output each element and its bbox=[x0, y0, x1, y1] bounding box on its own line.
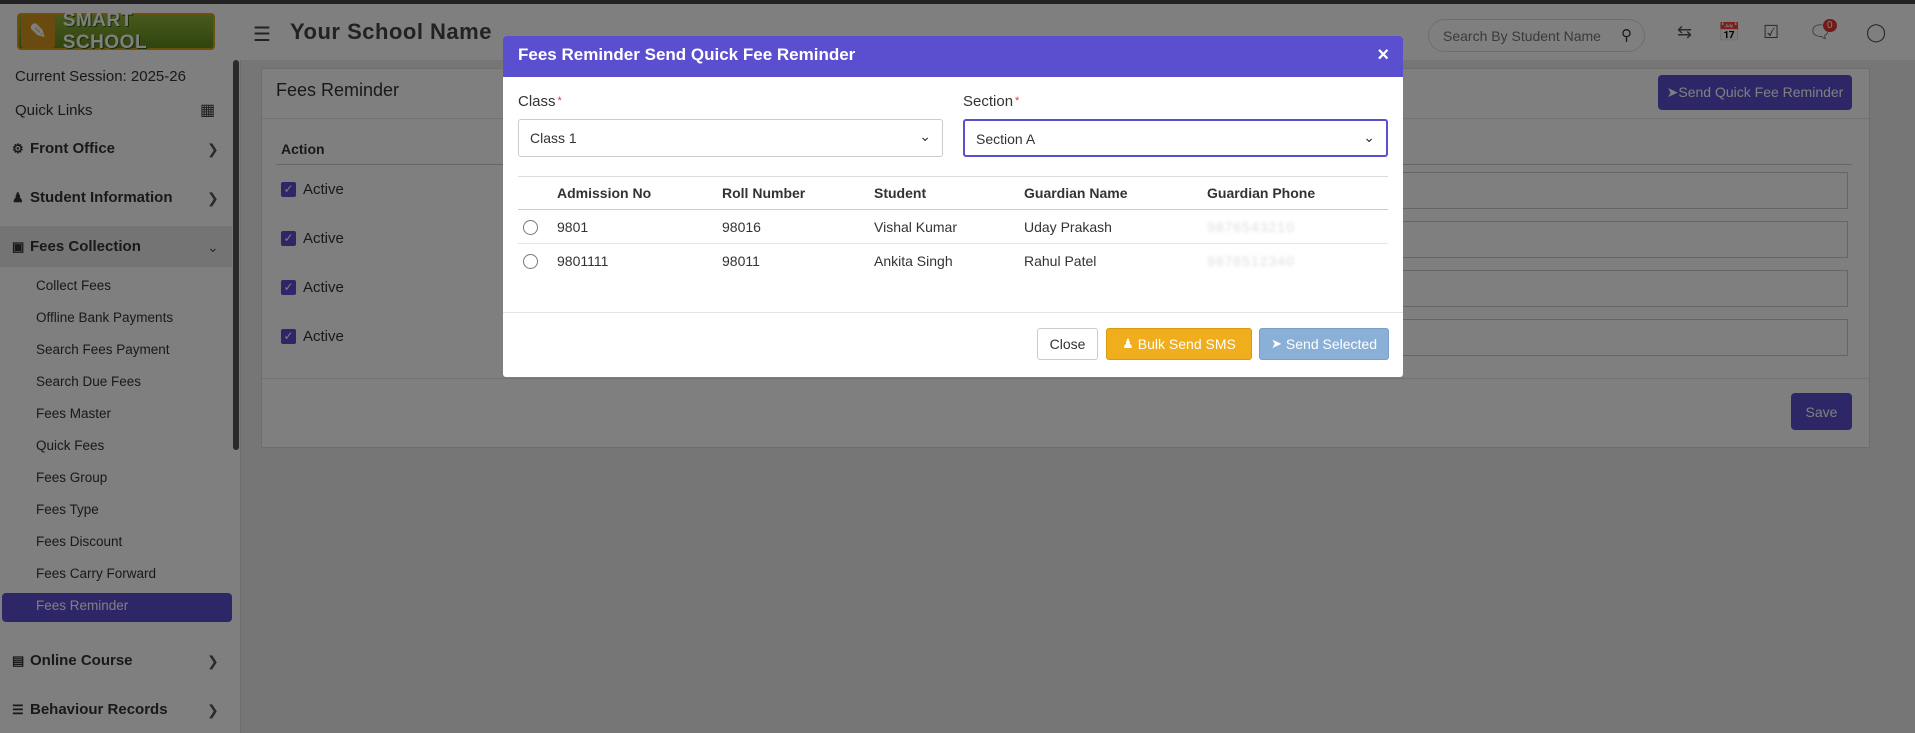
class-select-value: Class 1 bbox=[530, 130, 577, 146]
column-header: Admission No bbox=[557, 176, 722, 210]
class-select[interactable]: Class 1 ⌄ bbox=[518, 119, 943, 157]
column-header: Guardian Phone bbox=[1207, 176, 1388, 210]
column-header: Roll Number bbox=[722, 176, 874, 210]
chevron-down-icon: ⌄ bbox=[919, 128, 931, 144]
students-table: Admission No Roll Number Student Guardia… bbox=[518, 176, 1388, 278]
modal-title: Fees Reminder Send Quick Fee Reminder bbox=[518, 45, 856, 64]
row-radio[interactable] bbox=[523, 219, 538, 235]
student-cell: Ankita Singh bbox=[874, 252, 953, 269]
section-label: Section * bbox=[963, 93, 1020, 110]
chevron-down-icon: ⌄ bbox=[1363, 129, 1375, 145]
guardian-name-cell: Rahul Patel bbox=[1024, 252, 1097, 269]
column-header: Student bbox=[874, 176, 1024, 210]
row-radio[interactable] bbox=[523, 254, 538, 270]
modal-header: Fees Reminder Send Quick Fee Reminder × bbox=[503, 36, 1403, 77]
send-selected-button[interactable]: ➤ Send Selected bbox=[1259, 328, 1389, 360]
column-header: Guardian Name bbox=[1024, 176, 1207, 210]
select-column-header bbox=[518, 176, 557, 210]
section-select[interactable]: Section A ⌄ bbox=[963, 119, 1388, 157]
table-header-row: Admission No Roll Number Student Guardia… bbox=[518, 176, 1388, 210]
users-icon: ♟ bbox=[1122, 336, 1134, 351]
bulk-send-sms-button[interactable]: ♟ Bulk Send SMS bbox=[1106, 328, 1252, 360]
quick-fee-reminder-modal: Fees Reminder Send Quick Fee Reminder × … bbox=[503, 36, 1403, 377]
guardian-phone-cell: 9876512340 bbox=[1207, 252, 1295, 269]
guardian-phone-cell: 9876543210 bbox=[1207, 218, 1295, 235]
section-select-value: Section A bbox=[976, 131, 1036, 147]
roll-number-cell: 98011 bbox=[722, 252, 760, 269]
close-button[interactable]: Close bbox=[1037, 328, 1098, 360]
table-row[interactable]: 9801 98016 Vishal Kumar Uday Prakash 987… bbox=[518, 209, 1388, 244]
roll-number-cell: 98016 bbox=[722, 209, 874, 244]
student-cell: Vishal Kumar bbox=[874, 209, 1024, 244]
admission-no-cell: 9801111 bbox=[557, 252, 609, 269]
close-icon[interactable]: × bbox=[1377, 44, 1389, 67]
guardian-name-cell: Uday Prakash bbox=[1024, 209, 1207, 244]
table-row[interactable]: 9801111 98011 Ankita Singh Rahul Patel 9… bbox=[518, 244, 1388, 278]
send-icon: ➤ bbox=[1271, 336, 1282, 351]
admission-no-cell: 9801 bbox=[557, 209, 722, 244]
class-label: Class * bbox=[518, 93, 562, 110]
modal-footer-divider bbox=[503, 312, 1403, 313]
